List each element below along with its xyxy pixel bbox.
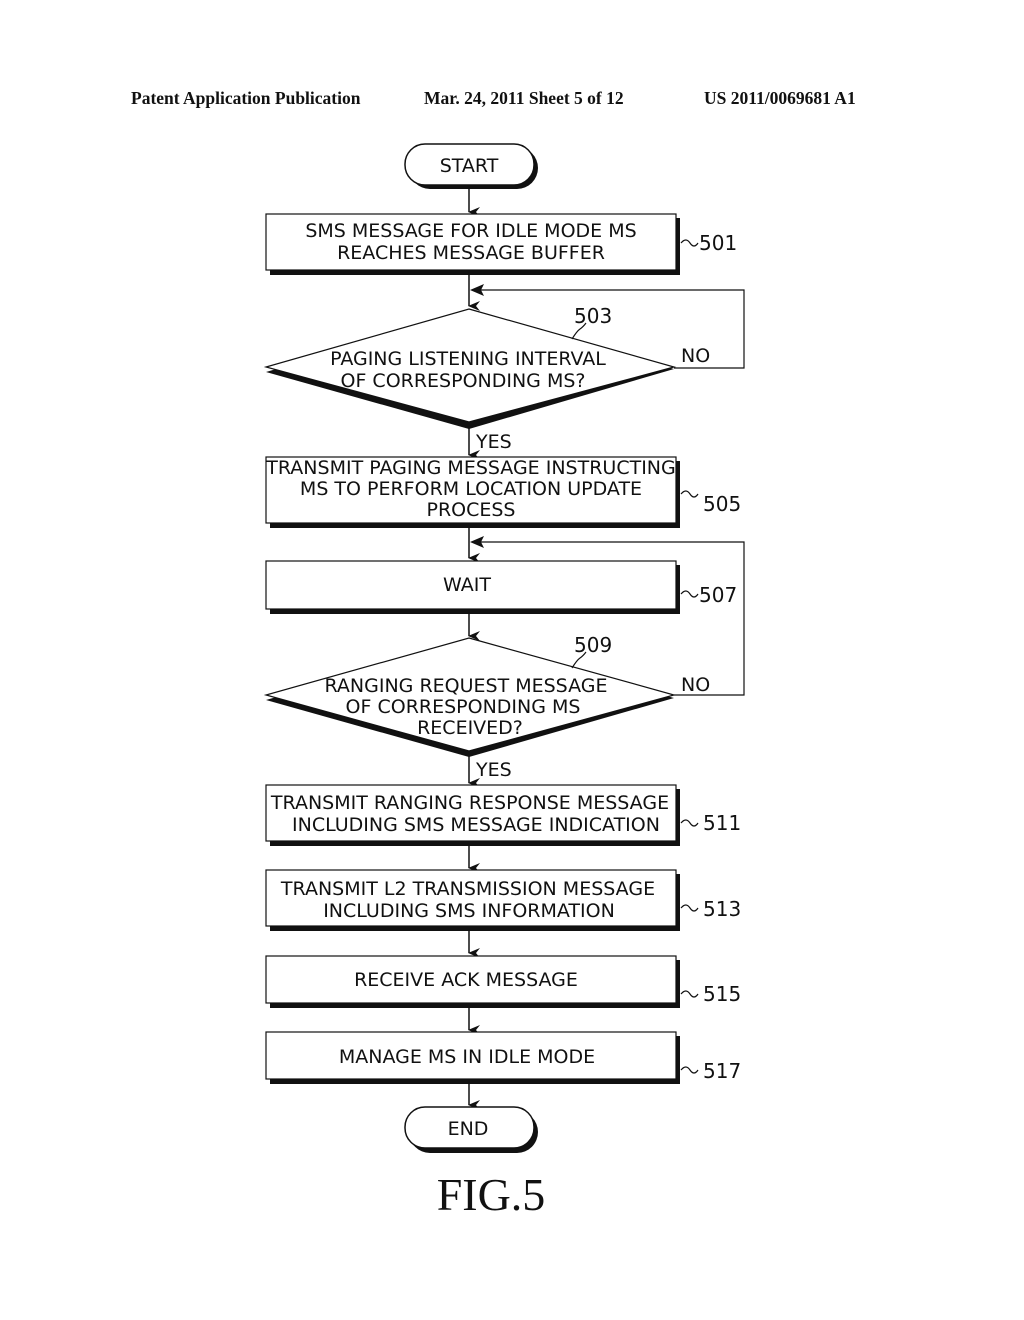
step-513-line-1: TRANSMIT L2 TRANSMISSION MESSAGE bbox=[280, 878, 655, 900]
decision-503-line-1: PAGING LISTENING INTERVAL bbox=[330, 348, 606, 370]
end-terminal: END bbox=[404, 1106, 538, 1153]
step-511-line-2: INCLUDING SMS MESSAGE INDICATION bbox=[292, 814, 660, 836]
step-511-line-1: TRANSMIT RANGING RESPONSE MESSAGE bbox=[270, 792, 669, 814]
step-517-line-1: MANAGE MS IN IDLE MODE bbox=[339, 1046, 595, 1068]
step-513-box: TRANSMIT L2 TRANSMISSION MESSAGE INCLUDI… bbox=[265, 869, 680, 931]
step-515-box: RECEIVE ACK MESSAGE bbox=[265, 955, 680, 1008]
decision-509: RANGING REQUEST MESSAGE OF CORRESPONDING… bbox=[263, 637, 677, 757]
step-501-line-1: SMS MESSAGE FOR IDLE MODE MS bbox=[305, 220, 636, 242]
decision-509-line-2: OF CORRESPONDING MS bbox=[346, 696, 581, 718]
end-label: END bbox=[448, 1118, 489, 1140]
ref-509: 509 bbox=[574, 633, 612, 657]
leader-511 bbox=[680, 819, 699, 827]
step-501-box: SMS MESSAGE FOR IDLE MODE MS REACHES MES… bbox=[265, 213, 680, 275]
start-terminal: START bbox=[404, 143, 538, 189]
ref-501: 501 bbox=[699, 231, 737, 255]
start-label: START bbox=[440, 155, 499, 177]
step-505-box: TRANSMIT PAGING MESSAGE INSTRUCTING MS T… bbox=[265, 456, 680, 528]
step-505-line-1: TRANSMIT PAGING MESSAGE INSTRUCTING bbox=[265, 457, 675, 479]
step-511-box: TRANSMIT RANGING RESPONSE MESSAGE INCLUD… bbox=[265, 784, 680, 846]
step-513-line-2: INCLUDING SMS INFORMATION bbox=[323, 900, 615, 922]
figure-label: FIG.5 bbox=[437, 1169, 546, 1220]
decision-509-line-3: RECEIVED? bbox=[417, 717, 523, 739]
ref-505: 505 bbox=[703, 492, 741, 516]
ref-507: 507 bbox=[699, 583, 737, 607]
leader-505 bbox=[680, 490, 699, 498]
step-507-box: WAIT bbox=[265, 560, 680, 614]
leader-513 bbox=[680, 904, 699, 912]
decision-503: PAGING LISTENING INTERVAL OF CORRESPONDI… bbox=[263, 308, 677, 429]
ref-515: 515 bbox=[703, 982, 741, 1006]
leader-517 bbox=[680, 1066, 699, 1074]
ref-517: 517 bbox=[703, 1059, 741, 1083]
leader-515 bbox=[680, 990, 699, 998]
leader-507 bbox=[680, 590, 699, 598]
ref-513: 513 bbox=[703, 897, 741, 921]
flowchart: START SMS MESSAGE FOR IDLE MODE MS REACH… bbox=[263, 143, 745, 1220]
decision-503-line-2: OF CORRESPONDING MS? bbox=[341, 370, 586, 392]
step-501-line-2: REACHES MESSAGE BUFFER bbox=[337, 242, 605, 264]
step-515-line-1: RECEIVE ACK MESSAGE bbox=[354, 969, 578, 991]
ref-511: 511 bbox=[703, 811, 741, 835]
decision-509-line-1: RANGING REQUEST MESSAGE bbox=[325, 675, 608, 697]
ref-503: 503 bbox=[574, 304, 612, 328]
step-517-box: MANAGE MS IN IDLE MODE bbox=[265, 1031, 680, 1084]
leader-501 bbox=[680, 239, 699, 247]
yes-label-509: YES bbox=[475, 759, 512, 781]
yes-label-503: YES bbox=[475, 431, 512, 453]
step-507-line-1: WAIT bbox=[443, 574, 491, 596]
step-505-line-3: PROCESS bbox=[426, 499, 515, 521]
step-505-line-2: MS TO PERFORM LOCATION UPDATE bbox=[300, 478, 642, 500]
no-label-509: NO bbox=[681, 674, 710, 696]
no-label-503: NO bbox=[681, 345, 710, 367]
